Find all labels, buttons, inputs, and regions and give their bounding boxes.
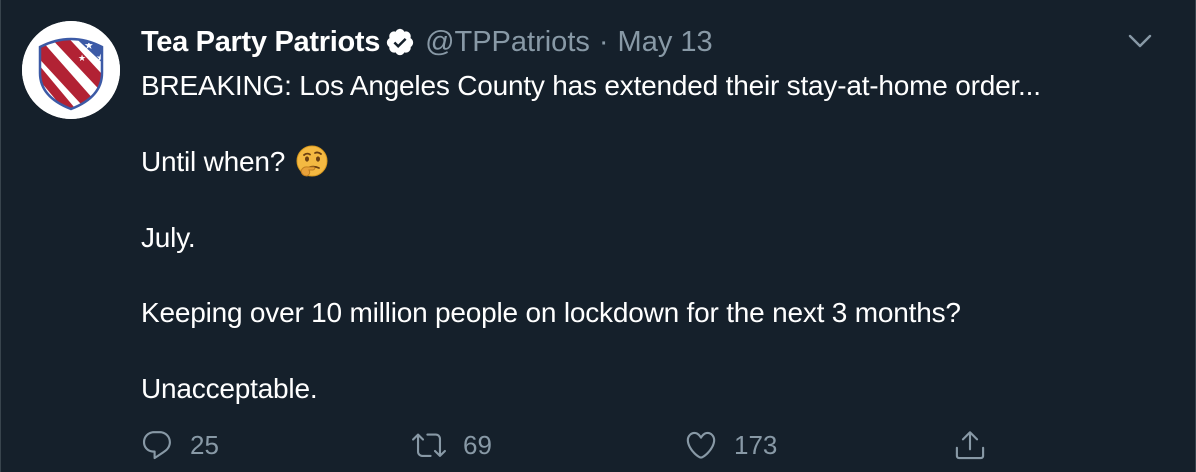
tweet-text-line: Unacceptable. xyxy=(141,373,318,404)
tweet-text-line: BREAKING: Los Angeles County has extende… xyxy=(141,70,1041,101)
tweet-text-line: Keeping over 10 million people on lockdo… xyxy=(141,297,961,328)
tweet-text-line: July. xyxy=(141,222,196,253)
like-button[interactable]: 173 xyxy=(684,427,777,463)
reply-icon xyxy=(140,428,174,462)
retweet-icon xyxy=(411,428,447,462)
reply-count: 25 xyxy=(190,429,219,460)
shield-flag-icon: ★ ★ ★ xyxy=(22,21,120,119)
chevron-down-icon[interactable] xyxy=(1124,30,1156,54)
separator-dot: · xyxy=(598,25,609,58)
tweet-date[interactable]: May 13 xyxy=(618,26,713,59)
like-count: 173 xyxy=(734,429,778,460)
tweet-card[interactable]: ★ ★ ★ Tea Party Patriots @TPPatriots · M… xyxy=(0,0,1196,472)
reply-button[interactable]: 25 xyxy=(140,427,219,463)
tweet-text-line-with-emoji: Until when? xyxy=(141,145,329,179)
svg-text:★: ★ xyxy=(78,54,86,64)
user-handle[interactable]: @TPPatriots xyxy=(425,26,590,59)
tweet-text-line: Until when? xyxy=(141,146,286,177)
share-button[interactable] xyxy=(953,427,1003,463)
tweet-header: Tea Party Patriots @TPPatriots · May 13 xyxy=(141,24,713,60)
share-icon xyxy=(953,428,987,462)
display-name[interactable]: Tea Party Patriots xyxy=(141,26,380,59)
retweet-button[interactable]: 69 xyxy=(411,427,492,463)
verified-badge-icon xyxy=(385,27,415,57)
retweet-count: 69 xyxy=(463,429,492,460)
thinking-face-emoji xyxy=(295,145,329,179)
heart-icon xyxy=(684,428,718,462)
avatar[interactable]: ★ ★ ★ xyxy=(22,21,120,119)
